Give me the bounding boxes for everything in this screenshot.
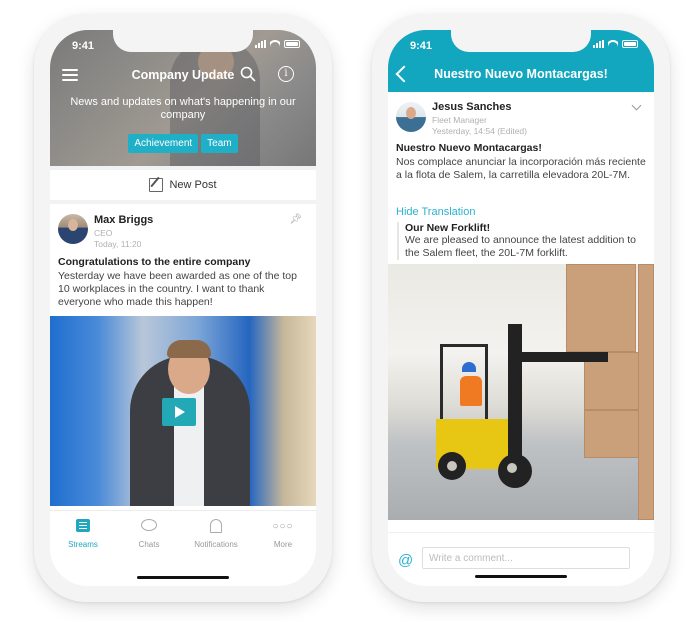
wifi-icon — [608, 40, 618, 48]
chevron-down-icon[interactable] — [631, 100, 642, 111]
post-video[interactable] — [50, 316, 316, 506]
streams-icon — [76, 519, 90, 532]
post-author[interactable]: Jesus Sanches — [432, 101, 512, 113]
new-post-label: New Post — [169, 179, 217, 191]
search-icon[interactable] — [240, 66, 256, 82]
battery-icon — [284, 40, 300, 48]
tab-notifications[interactable]: Notifications — [183, 519, 249, 549]
info-icon[interactable]: i — [278, 66, 294, 82]
forklift-mast — [508, 324, 522, 474]
forklift-fork — [518, 352, 608, 362]
translation-title: Our New Forklift! — [405, 222, 491, 234]
play-icon[interactable] — [162, 398, 196, 426]
post-body: Yesterday we have been awarded as one of… — [58, 270, 297, 308]
wifi-icon — [270, 40, 280, 48]
post-title: Nuestro Nuevo Montacargas! — [396, 142, 542, 154]
tag-achievement[interactable]: Achievement — [128, 134, 199, 153]
screen: 9:41 Company Update i News and updates o… — [50, 30, 316, 586]
notch — [451, 30, 591, 52]
post-title: Congratulations to the entire company — [58, 256, 251, 268]
cargo-box — [584, 410, 640, 458]
post-timestamp: Yesterday, 14:54 (Edited) — [432, 126, 527, 136]
bell-icon — [210, 519, 222, 533]
avatar[interactable] — [396, 102, 426, 132]
tab-more[interactable]: ○○○ More — [250, 519, 316, 549]
home-indicator[interactable] — [137, 576, 229, 579]
mention-icon[interactable]: @ — [398, 552, 413, 569]
screen: 9:41 Nuestro Nuevo Montacargas! Jesus Sa… — [388, 30, 654, 586]
status-time: 9:41 — [410, 40, 433, 52]
forklift-wheel — [498, 454, 532, 488]
tab-more-label: More — [273, 540, 293, 549]
post-image[interactable] — [388, 264, 654, 520]
tab-streams-label: Streams — [68, 540, 98, 549]
tab-notifications-label: Notifications — [194, 540, 238, 549]
post-timestamp: Today, 11:20 — [94, 239, 142, 249]
compose-icon — [149, 178, 164, 192]
pin-icon[interactable]: 📌︎ — [289, 214, 302, 225]
header-bar: Company Update i — [50, 64, 316, 88]
translation-quote: Our New Forklift! We are pleased to anno… — [397, 222, 646, 260]
tab-bar: Streams Chats Notifications ○○○ More — [50, 510, 316, 586]
hide-translation-link[interactable]: Hide Translation — [396, 206, 476, 218]
video-person-hair — [167, 340, 211, 358]
avatar[interactable] — [58, 214, 88, 244]
page-title: Nuestro Nuevo Montacargas! — [434, 67, 608, 81]
post-author-role: Fleet Manager — [432, 115, 487, 125]
tab-chats[interactable]: Chats — [116, 519, 182, 549]
chat-icon — [141, 519, 157, 531]
tab-streams[interactable]: Streams — [50, 519, 116, 549]
signal-icon — [255, 40, 266, 48]
new-post-button[interactable]: New Post — [50, 170, 316, 200]
home-indicator[interactable] — [475, 575, 567, 578]
tag-team[interactable]: Team — [201, 134, 238, 153]
cargo-box — [638, 264, 654, 520]
phone-company-update: 9:41 Company Update i News and updates o… — [34, 14, 332, 602]
status-time: 9:41 — [72, 40, 95, 52]
post-author-role: CEO — [94, 228, 113, 238]
stream-description: News and updates on what's happening in … — [70, 96, 296, 121]
tab-chats-label: Chats — [138, 540, 160, 549]
more-icon: ○○○ — [272, 521, 294, 532]
forklift-wheel — [438, 452, 466, 480]
battery-icon — [622, 40, 638, 48]
post-author[interactable]: Max Briggs — [94, 214, 153, 226]
post-detail: Jesus Sanches Fleet Manager Yesterday, 1… — [388, 92, 654, 586]
worker — [460, 376, 482, 406]
notch — [113, 30, 253, 52]
signal-icon — [593, 40, 604, 48]
page-title: Company Update — [131, 68, 235, 82]
translation-body: We are pleased to announce the latest ad… — [405, 234, 636, 259]
phone-post-detail: 9:41 Nuestro Nuevo Montacargas! Jesus Sa… — [372, 14, 670, 602]
tag-list: Achievement Team — [50, 134, 316, 153]
comment-input[interactable] — [422, 547, 630, 569]
worker-helmet — [462, 362, 476, 372]
cargo-box — [566, 264, 636, 352]
comment-bar: @ — [388, 532, 654, 586]
post-body: Nos complace anunciar la incorporación m… — [396, 156, 646, 181]
